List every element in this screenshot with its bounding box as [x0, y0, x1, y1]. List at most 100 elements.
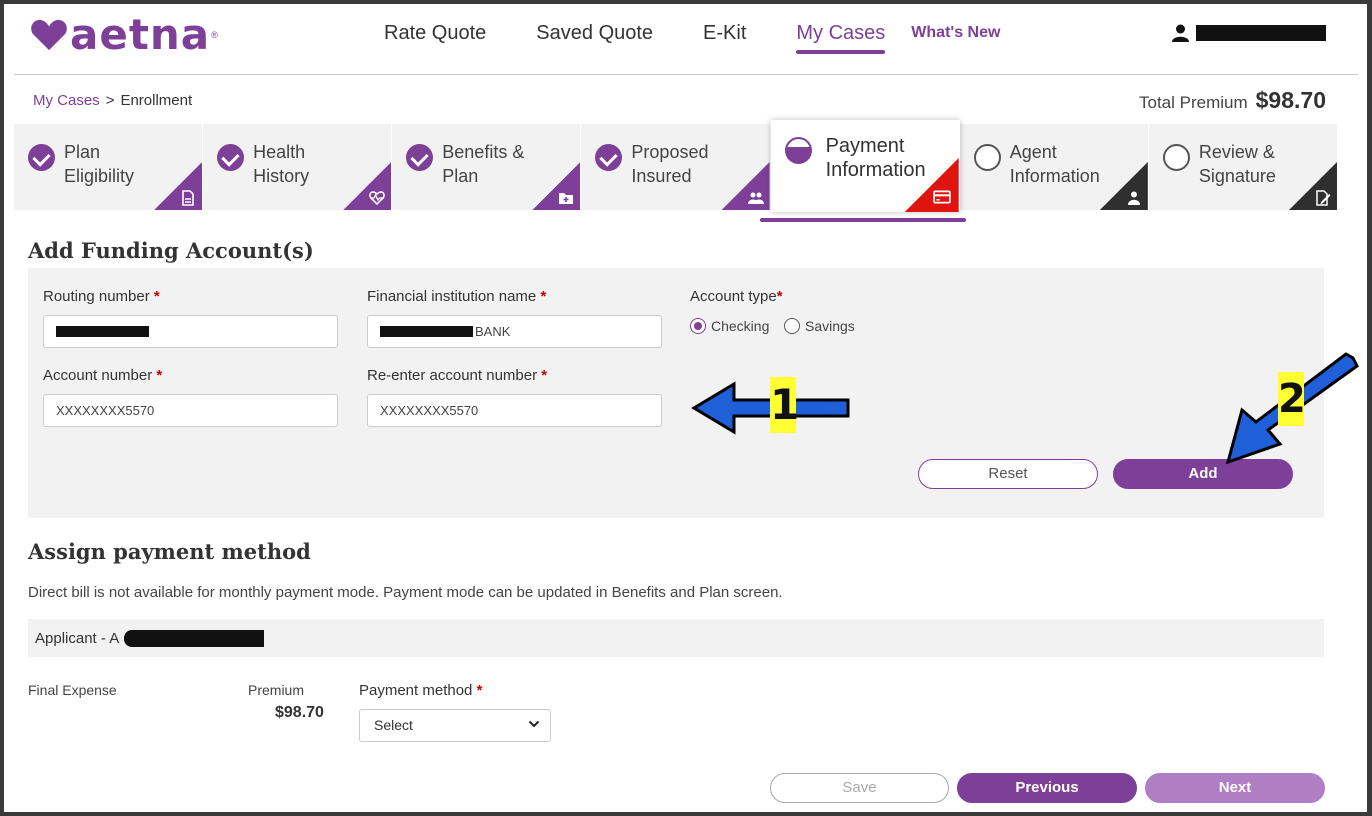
step-benefits-plan[interactable]: Benefits & Plan: [392, 124, 582, 210]
empty-circle-icon: [1162, 144, 1190, 171]
nav-rate-quote[interactable]: Rate Quote: [384, 20, 486, 46]
nav-saved-quote[interactable]: Saved Quote: [536, 20, 653, 46]
step-agent-information[interactable]: Agent Information: [959, 124, 1149, 210]
breadcrumb-separator: >: [105, 92, 115, 109]
radio-empty-icon: [784, 318, 800, 334]
step-label: Benefits & Plan: [442, 142, 525, 186]
step-label: Agent Information: [1009, 142, 1100, 186]
annotation-number-1: 1: [770, 377, 799, 433]
user-icon: [1172, 24, 1189, 42]
empty-circle-icon: [973, 144, 1001, 171]
step-label: Health History: [253, 142, 310, 186]
step-label: Proposed Insured: [631, 142, 709, 186]
annotation-number-2: 2: [1278, 372, 1306, 426]
required-marker: *: [153, 288, 160, 305]
routing-number-label: Routing number *: [43, 288, 160, 305]
step-payment-information[interactable]: Payment Information: [770, 120, 960, 212]
account-number-label: Account number *: [43, 367, 162, 384]
breadcrumb: My Cases > Enrollment: [33, 92, 192, 109]
credit-card-icon: [932, 190, 951, 204]
heart-pulse-icon: [369, 191, 386, 206]
product-name: Final Expense: [28, 682, 117, 698]
account-number-label-text: Account number: [43, 367, 153, 384]
reenter-account-input[interactable]: XXXXXXXX5570: [367, 394, 662, 427]
payment-method-label: Payment method *: [359, 682, 482, 699]
reenter-account-label-text: Re-enter account number: [367, 367, 538, 384]
required-marker: *: [476, 682, 483, 699]
premium-value: $98.70: [275, 704, 324, 721]
heart-icon: [31, 19, 67, 51]
breadcrumb-my-cases[interactable]: My Cases: [33, 92, 100, 109]
half-circle-icon: [784, 137, 812, 164]
redacted-institution-name: [380, 326, 473, 337]
assign-section-title: Assign payment method: [28, 539, 311, 564]
step-plan-eligibility[interactable]: Plan Eligibility: [14, 124, 204, 210]
institution-name-label-text: Financial institution name: [367, 288, 537, 305]
payment-method-label-text: Payment method: [359, 682, 473, 699]
edit-document-icon: [1316, 190, 1331, 206]
next-button[interactable]: Next: [1145, 773, 1325, 803]
total-premium-value: $98.70: [1255, 87, 1326, 113]
reset-button[interactable]: Reset: [918, 459, 1098, 489]
total-premium-label: Total Premium: [1139, 93, 1248, 112]
required-marker: *: [541, 367, 548, 384]
previous-button[interactable]: Previous: [957, 773, 1137, 803]
check-circle-icon: [28, 144, 55, 171]
radio-selected-icon: [690, 318, 706, 334]
premium-label: Premium: [248, 682, 305, 698]
payment-method-select[interactable]: Select: [359, 709, 551, 742]
institution-name-suffix: BANK: [475, 324, 511, 339]
institution-name-label: Financial institution name *: [367, 288, 546, 305]
applicant-label: Applicant - A: [35, 629, 120, 647]
logo-text: aetna: [70, 10, 211, 59]
person-icon: [1127, 191, 1140, 205]
active-step-indicator: [760, 218, 966, 222]
account-type-label-text: Account type: [690, 288, 777, 305]
check-circle-icon: [595, 144, 623, 171]
step-label: Plan Eligibility: [64, 142, 135, 186]
payment-mode-note: Direct bill is not available for monthly…: [28, 584, 783, 601]
user-menu[interactable]: [1172, 24, 1326, 42]
routing-number-label-text: Routing number: [43, 288, 150, 305]
save-button[interactable]: Save: [770, 773, 949, 803]
breadcrumb-current: Enrollment: [120, 92, 193, 109]
redacted-applicant-name: [124, 629, 265, 647]
account-number-input[interactable]: XXXXXXXX5570: [43, 394, 338, 427]
redacted-routing-number: [56, 326, 149, 337]
step-health-history[interactable]: Health History: [203, 124, 393, 210]
account-type-label: Account type*: [690, 288, 783, 305]
required-marker: *: [540, 288, 547, 305]
folder-plus-icon: [559, 193, 574, 204]
radio-savings-label: Savings: [805, 318, 855, 334]
nav-whats-new[interactable]: What's New: [911, 24, 1000, 42]
check-circle-icon: [406, 144, 434, 171]
radio-checking[interactable]: Checking: [690, 318, 769, 334]
step-label: Review & Signature: [1198, 142, 1276, 186]
aetna-logo[interactable]: aetna ®: [30, 14, 218, 56]
reenter-account-label: Re-enter account number *: [367, 367, 547, 384]
check-circle-icon: [217, 144, 245, 171]
header-divider: [14, 74, 1358, 75]
step-proposed-insured[interactable]: Proposed Insured: [581, 124, 771, 210]
enrollment-stepper: Plan Eligibility Health History Benefits…: [14, 120, 1338, 212]
applicant-header: Applicant - A: [28, 619, 1324, 657]
total-premium: Total Premium $98.70: [1139, 87, 1326, 114]
radio-checking-label: Checking: [711, 318, 770, 334]
funding-section-title: Add Funding Account(s): [28, 238, 314, 263]
required-marker: *: [776, 288, 783, 305]
payment-method-value: Select: [374, 717, 413, 733]
redacted-username: [1196, 25, 1326, 41]
main-nav: Rate Quote Saved Quote E-Kit My Cases Wh…: [384, 20, 1000, 54]
registered-mark: ®: [211, 30, 218, 40]
step-review-signature[interactable]: Review & Signature: [1148, 124, 1338, 210]
routing-number-input[interactable]: [43, 315, 338, 348]
nav-e-kit[interactable]: E-Kit: [703, 20, 746, 46]
chevron-down-icon: [528, 720, 540, 728]
step-label: Payment Information: [825, 135, 926, 181]
required-marker: *: [156, 367, 163, 384]
nav-my-cases[interactable]: My Cases: [796, 20, 885, 54]
people-icon: [747, 192, 764, 204]
radio-savings[interactable]: Savings: [784, 318, 855, 334]
document-icon: [182, 190, 194, 206]
institution-name-input[interactable]: BANK: [367, 315, 662, 348]
